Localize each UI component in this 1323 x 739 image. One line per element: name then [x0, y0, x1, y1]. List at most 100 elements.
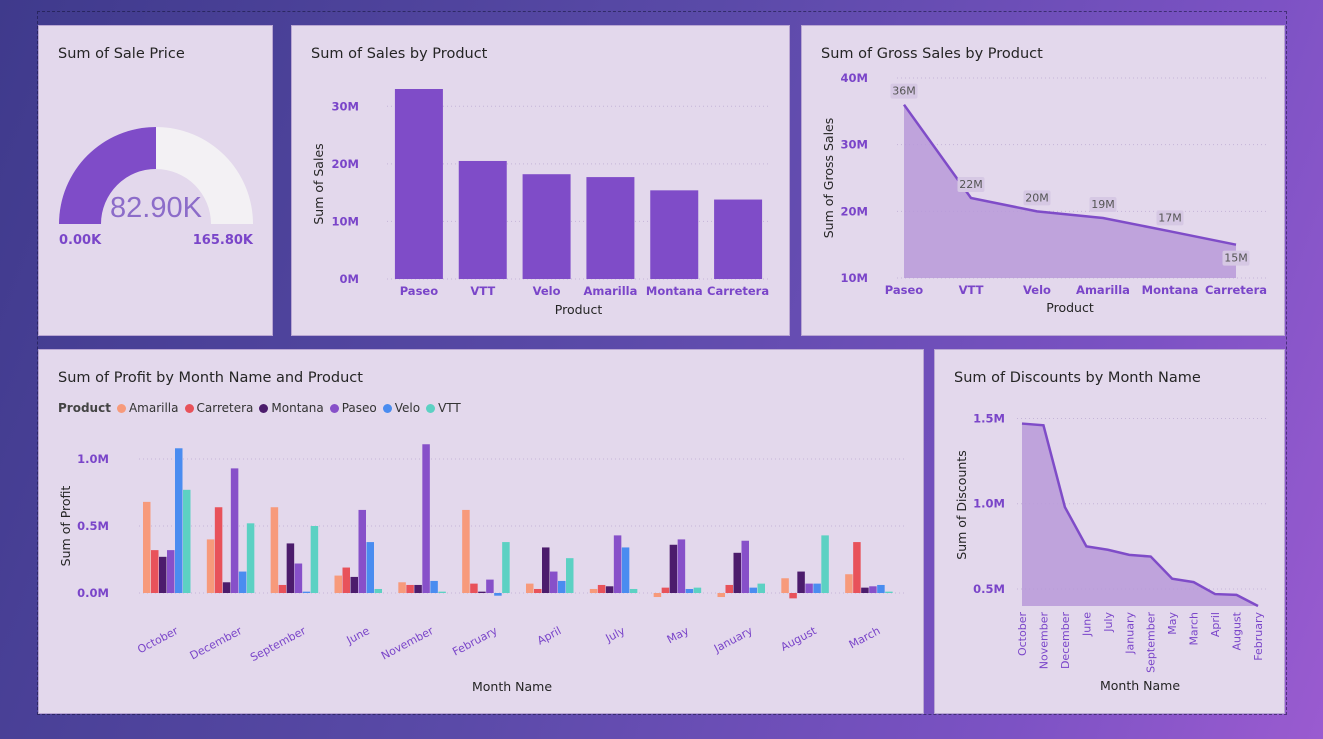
profit-xtick: March — [847, 624, 883, 651]
profit-bar — [366, 542, 374, 593]
discounts-xtick: January — [1123, 612, 1136, 655]
profit-bar — [230, 468, 239, 593]
profit-xtick: November — [379, 624, 436, 663]
discounts-xtick: February — [1252, 612, 1265, 661]
profit-y-axis-title: Sum of Profit — [58, 486, 73, 567]
profit-bar — [214, 507, 223, 593]
sales-bar — [394, 89, 443, 279]
discounts-y-axis-title: Sum of Discounts — [954, 450, 969, 559]
gauge-value-label: 82.90K — [110, 192, 203, 224]
discounts-xtick: April — [1209, 612, 1222, 637]
profit-card[interactable]: Sum of Profit by Month Name and Product … — [38, 349, 924, 714]
profit-bar — [143, 501, 151, 593]
discounts-xtick: December — [1059, 612, 1072, 670]
discounts-ytick: 1.0M — [973, 497, 1005, 511]
profit-bar — [478, 591, 486, 593]
gross-xtick: Carretera — [1205, 283, 1267, 297]
profit-bar — [869, 586, 877, 593]
gauge-chart[interactable]: 82.90K 0.00K 165.80K — [39, 26, 274, 337]
discounts-ytick: 1.5M — [973, 411, 1005, 425]
discounts-ytick: 0.5M — [973, 582, 1005, 596]
profit-bar — [845, 574, 853, 593]
profit-bar — [175, 448, 183, 593]
discounts-area-fill — [1022, 423, 1258, 606]
sales-xtick: Carretera — [707, 284, 769, 298]
profit-bar — [278, 584, 287, 593]
profit-bar — [406, 584, 414, 593]
profit-bar — [222, 582, 231, 593]
profit-bar — [813, 583, 821, 593]
profit-bar — [853, 542, 861, 593]
profit-xtick: January — [711, 624, 755, 656]
profit-ytick: 0.0M — [77, 586, 109, 600]
profit-bar — [725, 584, 733, 593]
profit-bar — [430, 580, 438, 593]
gross-xtick: VTT — [959, 283, 984, 297]
sales-ytick: 30M — [332, 99, 359, 113]
profit-clustered-bar-chart[interactable]: 0.0M 0.5M 1.0M October December September June… — [39, 350, 925, 715]
gross-ytick: 40M — [841, 71, 868, 85]
profit-bar — [302, 591, 311, 593]
sales-xtick: VTT — [470, 284, 495, 298]
profit-bar — [494, 593, 502, 596]
sales-bar — [522, 174, 571, 279]
profit-bar — [861, 587, 869, 593]
gross-card[interactable]: Sum of Gross Sales by Product 10M 20M 30M 4… — [801, 25, 1285, 336]
gauge-min-label: 0.00K — [59, 233, 102, 248]
gross-xtick: Montana — [1142, 283, 1199, 297]
discounts-xtick: September — [1145, 612, 1158, 673]
discounts-xtick: June — [1080, 612, 1093, 637]
sales-ytick: 20M — [332, 157, 359, 171]
sales-ytick: 10M — [332, 214, 359, 228]
profit-bar — [286, 543, 295, 593]
sales-xtick: Paseo — [400, 284, 439, 298]
gross-data-label: 22M — [959, 178, 983, 191]
profit-bar — [470, 583, 478, 593]
profit-bar — [310, 526, 319, 593]
profit-bar — [805, 583, 813, 593]
gauge-card[interactable]: Sum of Sale Price 82.90K 0.00K 165.80K — [38, 25, 273, 336]
profit-bar — [206, 539, 215, 593]
profit-bar — [534, 588, 542, 593]
profit-bar — [350, 576, 358, 593]
sales-y-axis-title: Sum of Sales — [311, 143, 326, 224]
profit-bar — [781, 578, 789, 593]
profit-bar — [685, 588, 694, 593]
sales-xtick: Amarilla — [583, 284, 637, 298]
gross-area-chart[interactable]: 10M 20M 30M 40M 36M Paseo 22M VTT 20M Velo 19M Amar… — [802, 26, 1286, 337]
profit-bar — [589, 588, 598, 593]
discounts-xtick: July — [1102, 612, 1115, 633]
gross-data-label: 20M — [1025, 191, 1049, 204]
profit-xtick: October — [135, 624, 180, 656]
profit-bar — [270, 507, 279, 593]
sales-bar — [458, 160, 507, 279]
discounts-area-chart[interactable]: 0.5M 1.0M 1.5M October November December June J… — [935, 350, 1286, 715]
gross-data-label: 36M — [892, 85, 916, 98]
profit-bar — [526, 583, 534, 593]
sales-bar — [586, 177, 635, 279]
profit-bar — [669, 544, 678, 593]
sales-card[interactable]: Sum of Sales by Product 0M 10M 20M 30M Paseo… — [291, 25, 790, 336]
gross-xtick: Amarilla — [1076, 283, 1130, 297]
sales-bar-chart[interactable]: 0M 10M 20M 30M Paseo VTT Velo Amarilla Montana Ca… — [292, 26, 791, 337]
profit-xtick: April — [535, 624, 563, 647]
profit-bar — [167, 550, 175, 593]
gross-y-axis-title: Sum of Gross Sales — [821, 118, 836, 239]
gross-x-axis-title: Product — [1046, 300, 1094, 315]
gauge-max-label: 165.80K — [193, 233, 254, 248]
profit-bar — [597, 584, 606, 593]
gross-data-label: 19M — [1091, 198, 1115, 211]
profit-bar — [653, 593, 662, 598]
sales-bar — [650, 190, 699, 279]
profit-bar — [374, 588, 382, 593]
profit-x-axis-title: Month Name — [472, 679, 552, 694]
sales-x-axis-title: Product — [555, 302, 603, 317]
profit-xtick: August — [779, 624, 820, 654]
profit-bar — [246, 523, 255, 593]
profit-bar — [502, 542, 510, 593]
sales-ytick: 0M — [340, 272, 359, 286]
profit-bar — [414, 584, 422, 593]
profit-xtick: July — [603, 624, 628, 645]
sales-xtick: Velo — [533, 284, 561, 298]
discounts-card[interactable]: Sum of Discounts by Month Name 0.5M 1.0M 1… — [934, 349, 1285, 714]
